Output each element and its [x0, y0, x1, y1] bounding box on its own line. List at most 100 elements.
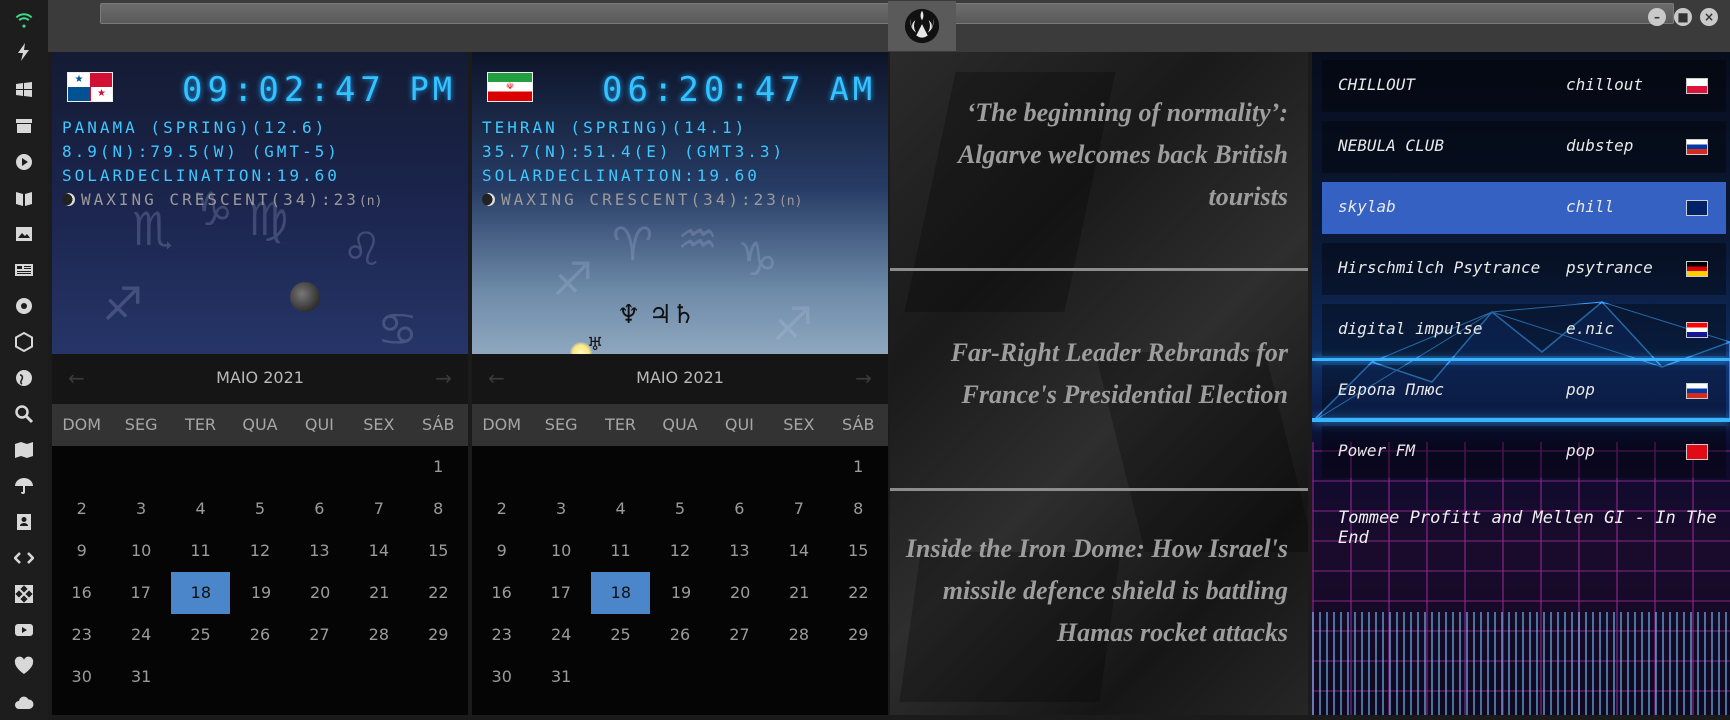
calendar-day[interactable]: 25 [591, 614, 650, 656]
globe-icon[interactable] [14, 368, 34, 388]
calendar-day[interactable]: 17 [531, 572, 590, 614]
calendar-day[interactable]: 17 [111, 572, 170, 614]
calendar-day[interactable]: 9 [472, 530, 531, 572]
station-row[interactable]: Power FM pop [1322, 426, 1726, 478]
calendar-day[interactable]: 7 [769, 488, 828, 530]
calendar-day[interactable]: 21 [770, 572, 829, 614]
code-icon[interactable] [14, 548, 34, 568]
calendar-day[interactable]: 7 [349, 488, 408, 530]
next-month-button[interactable]: → [435, 366, 452, 390]
cloud-icon[interactable] [14, 692, 34, 712]
calendar-day[interactable]: 2 [472, 488, 531, 530]
wifi-icon[interactable] [14, 8, 34, 28]
calendar-day[interactable]: 27 [710, 614, 769, 656]
search-icon[interactable] [14, 404, 34, 424]
calendar-day[interactable]: 13 [710, 530, 769, 572]
calendar-week: 9 10 11 12 13 14 15 [52, 530, 468, 572]
contact-icon[interactable] [14, 512, 34, 532]
calendar-day[interactable]: 20 [711, 572, 770, 614]
calendar-day[interactable]: 22 [829, 572, 888, 614]
station-row[interactable]: Hirschmilch Psytrance psytrance [1322, 243, 1726, 295]
calendar-day[interactable]: 3 [111, 488, 170, 530]
newspaper-icon[interactable] [14, 260, 34, 280]
calendar-day[interactable]: 15 [409, 530, 468, 572]
umbrella-icon[interactable] [14, 476, 34, 496]
station-row[interactable]: CHILLOUT chillout [1322, 60, 1726, 112]
news-headline[interactable]: Inside the Iron Dome: How Israel's missi… [898, 528, 1288, 654]
calendar-day[interactable]: 23 [52, 614, 111, 656]
archive-icon[interactable] [14, 116, 34, 136]
bolt-icon[interactable] [14, 42, 34, 62]
calendar-day[interactable]: 26 [230, 614, 289, 656]
station-row[interactable]: Европа Плюс pop [1322, 365, 1726, 417]
calendar-day[interactable]: 12 [230, 530, 289, 572]
calendar-day[interactable]: 12 [650, 530, 709, 572]
calendar-day[interactable]: 4 [591, 488, 650, 530]
calendar-day[interactable]: 11 [171, 530, 230, 572]
minimize-button[interactable]: – [1648, 8, 1666, 26]
rebel-alliance-icon[interactable] [888, 1, 956, 51]
calendar-day[interactable]: 28 [349, 614, 408, 656]
calendar-day[interactable]: 14 [349, 530, 408, 572]
calendar-day[interactable]: 5 [230, 488, 289, 530]
calendar-day[interactable]: 23 [472, 614, 531, 656]
calendar-day[interactable]: 11 [591, 530, 650, 572]
calendar-day[interactable]: 20 [291, 572, 350, 614]
calendar-day[interactable]: 30 [52, 656, 111, 698]
calendar-day[interactable]: 27 [290, 614, 349, 656]
calendar-day[interactable]: 6 [290, 488, 349, 530]
calendar-day[interactable]: 19 [651, 572, 710, 614]
calendar-day[interactable]: 3 [531, 488, 590, 530]
calendar-day[interactable]: 14 [769, 530, 828, 572]
calendar-day[interactable]: 16 [52, 572, 111, 614]
calendar-day[interactable]: 13 [290, 530, 349, 572]
calendar-day[interactable]: 29 [829, 614, 888, 656]
book-icon[interactable] [14, 188, 34, 208]
calendar-day[interactable]: 16 [472, 572, 531, 614]
calendar-day[interactable]: 5 [650, 488, 709, 530]
calendar-day[interactable]: 4 [171, 488, 230, 530]
expand-icon[interactable] [14, 584, 34, 604]
calendar-day[interactable]: 10 [531, 530, 590, 572]
heart-icon[interactable] [14, 656, 34, 676]
calendar-day[interactable]: 6 [710, 488, 769, 530]
windows-icon[interactable] [14, 80, 34, 100]
calendar-day[interactable]: 22 [409, 572, 468, 614]
calendar-day[interactable]: 24 [111, 614, 170, 656]
news-headline[interactable]: ‘The beginning of normality’: Algarve we… [898, 92, 1288, 218]
calendar-day-today[interactable]: 18 [591, 572, 651, 614]
calendar-day[interactable]: 1 [829, 446, 888, 488]
calendar-day[interactable]: 8 [409, 488, 468, 530]
station-row[interactable]: skylab chill [1322, 182, 1726, 234]
calendar-day-today[interactable]: 18 [171, 572, 231, 614]
calendar-day[interactable]: 31 [111, 656, 170, 698]
calendar-day[interactable]: 26 [650, 614, 709, 656]
calendar-day[interactable]: 21 [350, 572, 409, 614]
calendar-day[interactable]: 1 [409, 446, 468, 488]
calendar-day[interactable]: 9 [52, 530, 111, 572]
calendar-day[interactable]: 29 [409, 614, 468, 656]
calendar-day[interactable]: 30 [472, 656, 531, 698]
calendar-day[interactable]: 19 [231, 572, 290, 614]
maximize-button[interactable]: ■ [1674, 8, 1692, 26]
play-icon[interactable] [14, 152, 34, 172]
calendar-day[interactable]: 31 [531, 656, 590, 698]
calendar-day[interactable]: 24 [531, 614, 590, 656]
next-month-button[interactable]: → [855, 366, 872, 390]
hexagon-icon[interactable] [14, 332, 34, 352]
address-field[interactable] [100, 3, 1674, 24]
map-icon[interactable] [14, 440, 34, 460]
station-row[interactable]: NEBULA CLUB dubstep [1322, 121, 1726, 173]
calendar-day[interactable]: 10 [111, 530, 170, 572]
close-button[interactable]: × [1700, 8, 1718, 26]
calendar-day[interactable]: 15 [829, 530, 888, 572]
calendar-day[interactable]: 28 [769, 614, 828, 656]
station-row[interactable]: digital impulse e.nic [1322, 304, 1726, 356]
calendar-day[interactable]: 25 [171, 614, 230, 656]
aperture-icon[interactable] [14, 296, 34, 316]
calendar-day[interactable]: 8 [829, 488, 888, 530]
calendar-day[interactable]: 2 [52, 488, 111, 530]
news-headline[interactable]: Far-Right Leader Rebrands for France's P… [898, 332, 1288, 416]
youtube-icon[interactable] [14, 620, 34, 640]
image-icon[interactable] [14, 224, 34, 244]
